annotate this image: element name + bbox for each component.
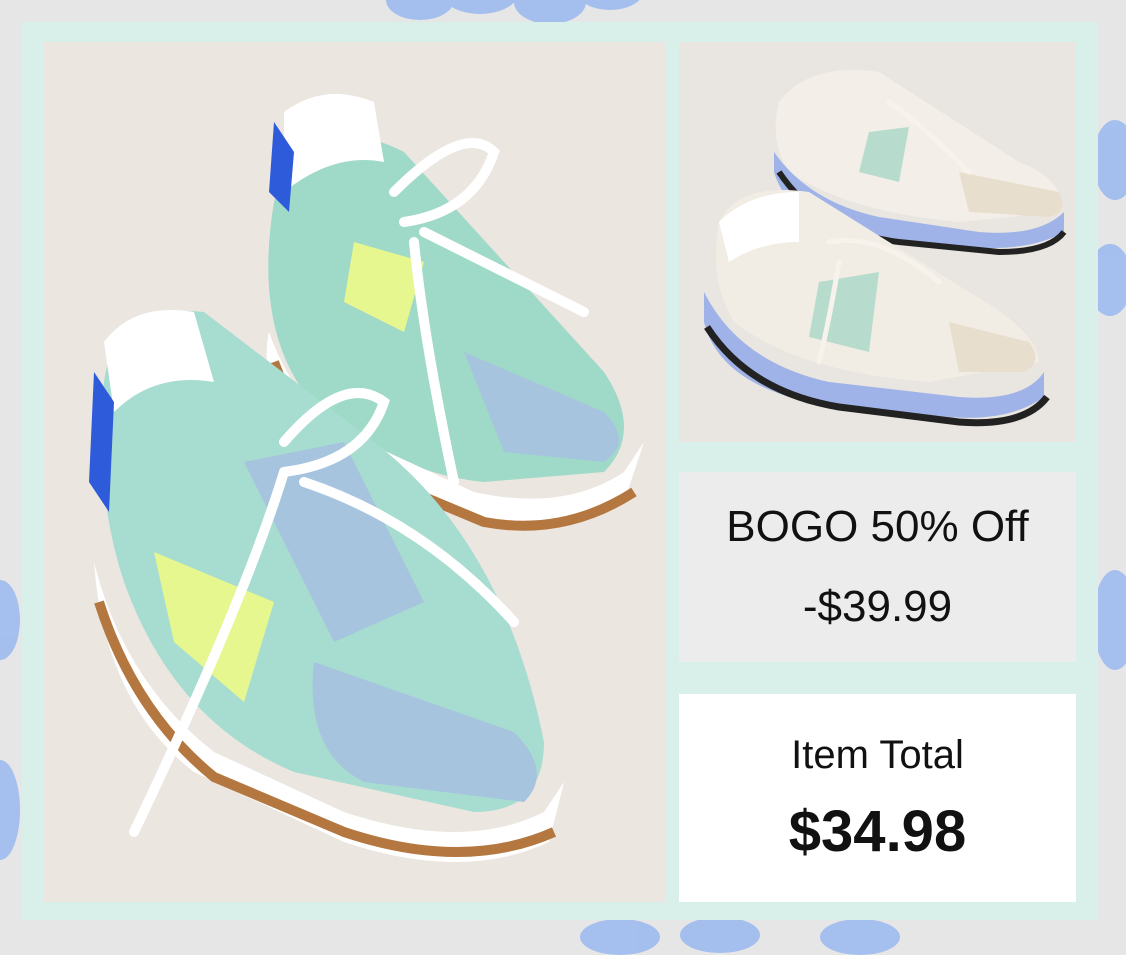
total-panel: Item Total $34.98: [679, 694, 1076, 902]
promo-title: BOGO 50% Off: [726, 502, 1029, 551]
total-label: Item Total: [791, 733, 964, 777]
flower-decoration-bottom: [580, 917, 900, 955]
sneaker-illustration-side: [704, 70, 1067, 427]
promo-discount: -$39.99: [802, 582, 953, 631]
sneaker-illustration-main: [89, 94, 644, 862]
promo-panel: BOGO 50% Off -$39.99: [679, 472, 1076, 662]
total-value: $34.98: [788, 799, 967, 864]
main-product-photo: [44, 42, 666, 902]
secondary-product-photo: [679, 42, 1076, 442]
